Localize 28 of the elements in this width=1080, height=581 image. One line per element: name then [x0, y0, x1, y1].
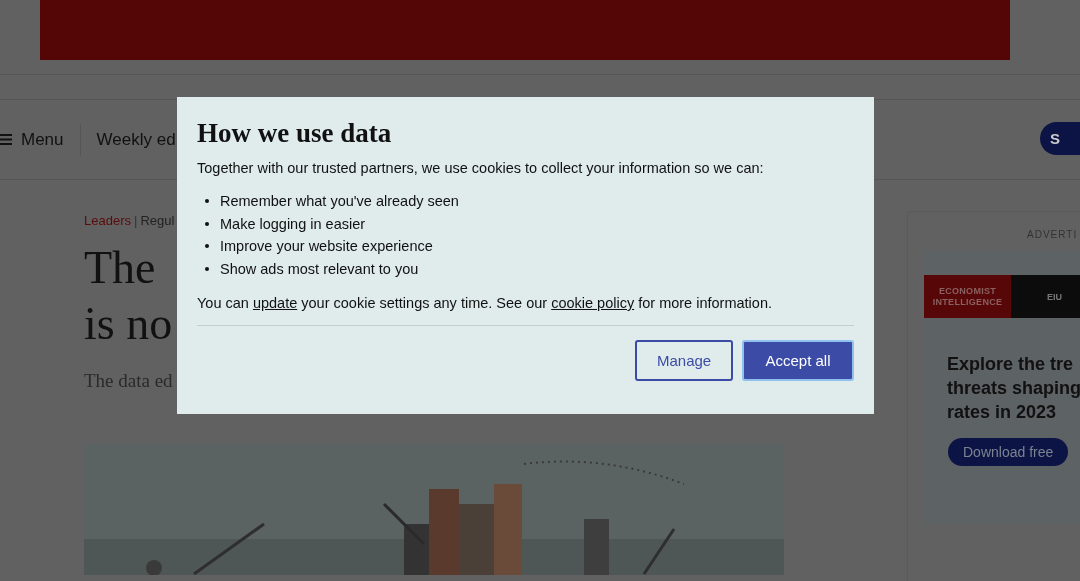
article-title: is no — [84, 297, 173, 351]
standfirst: The data ed — [84, 370, 174, 392]
menu-icon — [0, 134, 12, 145]
list-item: Make logging in easier — [220, 214, 366, 234]
series-label: Regul — [140, 213, 175, 228]
subscribe-button[interactable]: S — [1040, 122, 1080, 155]
manage-button[interactable]: Manage — [635, 340, 733, 381]
advert-heading: rates in 2023 — [947, 401, 1058, 424]
article-title: The — [84, 241, 156, 295]
list-item: Remember what you've already seen — [220, 192, 459, 211]
accept-button[interactable]: Accept all — [742, 340, 854, 381]
list-item: Show ads most relevant to you — [220, 259, 419, 279]
list-item: Improve your website experience — [220, 237, 433, 256]
advert-heading: threats shaping — [947, 377, 1080, 400]
text-link[interactable]: update — [252, 295, 298, 311]
dialog-footer-text: You can update your cookie settings any time. See our cookie policy for more information. — [197, 295, 773, 311]
download-button[interactable]: Download free — [948, 438, 1069, 466]
text-link[interactable]: cookie policy — [551, 295, 635, 311]
bullet-icon — [205, 221, 209, 226]
bullet-icon — [205, 244, 209, 249]
brand-logo: EIU — [1011, 275, 1080, 318]
advert-heading: Explore the tre — [947, 353, 1075, 376]
dialog-title: How we use data — [197, 117, 393, 149]
bullet-icon — [205, 199, 209, 204]
bullet-icon — [205, 266, 209, 271]
separator: | — [134, 213, 138, 228]
dialog-intro: Together with our trusted partners, we use cookies to collect your information so we can: — [197, 160, 765, 176]
brand-logo: ECONOMIST INTELLIGENCE — [924, 275, 1011, 318]
